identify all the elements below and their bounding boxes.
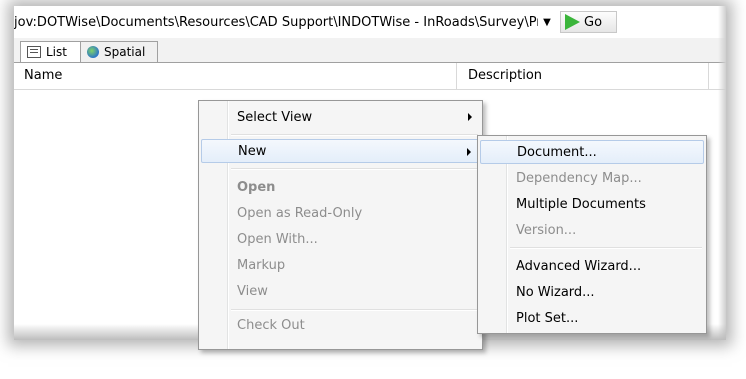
menu-item-label: Dependency Map... — [516, 170, 642, 186]
menu-item-label: Version... — [516, 222, 577, 238]
tab-list-label: List — [46, 45, 67, 59]
list-view-icon — [27, 46, 41, 58]
column-header-name[interactable]: Name — [24, 68, 62, 83]
chevron-down-icon[interactable]: ▼ — [538, 17, 556, 28]
menu-item-label: Check Out — [237, 317, 305, 333]
menu-item-markup[interactable]: Markup — [201, 253, 480, 277]
menu-item-new[interactable]: New — [201, 139, 480, 163]
menu-item-open[interactable]: Open — [201, 175, 480, 199]
menu-item-label: Select View — [237, 109, 313, 125]
column-header-description[interactable]: Description — [468, 68, 542, 83]
context-menu: Select View New Open Open as Read-Only O… — [198, 100, 483, 350]
go-button[interactable]: Go — [560, 11, 618, 33]
menu-item-label: Document... — [517, 144, 597, 160]
submenu-arrow-icon — [468, 113, 472, 121]
view-tabs: List Spatial — [14, 38, 726, 63]
menu-item-label: Multiple Documents — [516, 196, 646, 212]
menu-separator — [231, 134, 478, 135]
menu-item-label: Plot Set... — [516, 310, 579, 326]
menu-item-label: Open as Read-Only — [237, 205, 363, 221]
menu-item-label: Open — [237, 179, 276, 195]
menu-item-label: New — [238, 143, 267, 159]
menu-item-no-wizard[interactable]: No Wizard... — [480, 280, 704, 304]
column-divider[interactable] — [456, 63, 457, 89]
column-divider[interactable] — [708, 63, 709, 89]
menu-item-check-out[interactable]: Check Out — [201, 313, 480, 337]
menu-item-open-with[interactable]: Open With... — [201, 227, 480, 251]
go-label: Go — [584, 14, 603, 30]
menu-item-version[interactable]: Version... — [480, 218, 704, 242]
menu-item-open-read-only[interactable]: Open as Read-Only — [201, 201, 480, 225]
edge-fade — [718, 6, 726, 340]
menu-item-label: No Wizard... — [516, 284, 595, 300]
address-path-input[interactable]: jov:DOTWise\Documents\Resources\CAD Supp… — [14, 15, 538, 30]
address-bar: jov:DOTWise\Documents\Resources\CAD Supp… — [14, 10, 714, 34]
play-arrow-icon — [565, 14, 580, 30]
tab-spatial-label: Spatial — [104, 45, 146, 59]
menu-item-multiple-documents[interactable]: Multiple Documents — [480, 192, 704, 216]
menu-item-label: Advanced Wizard... — [516, 258, 642, 274]
menu-item-view[interactable]: View — [201, 279, 480, 303]
submenu-arrow-icon — [467, 148, 471, 156]
menu-item-label: Markup — [237, 257, 286, 273]
menu-item-select-view[interactable]: Select View — [201, 105, 480, 129]
submenu-new: Document... Dependency Map... Multiple D… — [477, 135, 707, 334]
menu-item-document[interactable]: Document... — [480, 140, 704, 164]
menu-separator — [231, 168, 478, 169]
menu-item-advanced-wizard[interactable]: Advanced Wizard... — [480, 254, 704, 278]
globe-icon — [87, 46, 99, 58]
menu-item-label: View — [237, 283, 268, 299]
menu-item-plot-set[interactable]: Plot Set... — [480, 306, 704, 330]
menu-separator — [510, 247, 702, 248]
menu-item-label: Open With... — [237, 231, 318, 247]
menu-item-dependency-map[interactable]: Dependency Map... — [480, 166, 704, 190]
tab-spatial[interactable]: Spatial — [80, 41, 158, 62]
list-header: Name Description — [14, 63, 726, 90]
menu-separator — [231, 309, 478, 310]
tab-list[interactable]: List — [20, 41, 86, 62]
